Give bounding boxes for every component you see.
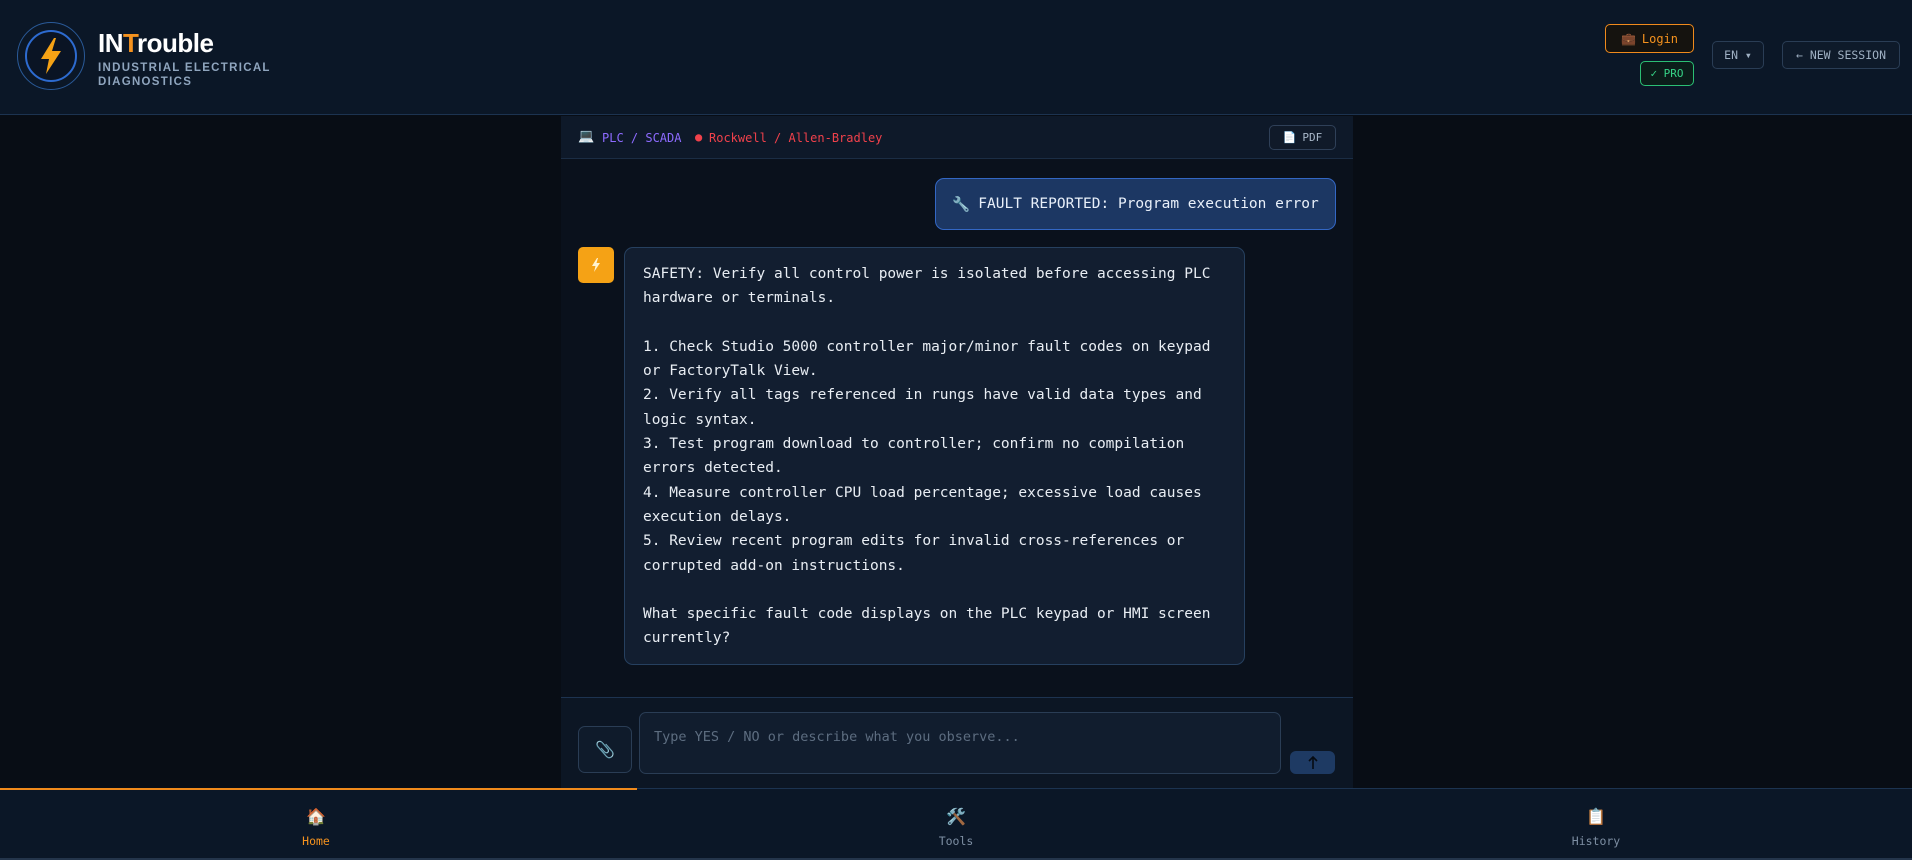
user-message: 🔧 FAULT REPORTED: Program execution erro… bbox=[935, 178, 1336, 230]
app-subtitle: INDUSTRIAL ELECTRICAL DIAGNOSTICS bbox=[98, 62, 271, 88]
house-icon: 🏠 bbox=[306, 807, 326, 826]
lightning-bolt-icon bbox=[41, 38, 61, 74]
nav-item-tools[interactable]: 🛠️ Tools bbox=[896, 807, 1016, 848]
message-composer: 📎 bbox=[561, 697, 1353, 788]
paperclip-icon: 📎 bbox=[595, 740, 615, 759]
briefcase-icon: 💼 bbox=[1620, 31, 1636, 46]
computer-icon: 💻 bbox=[578, 129, 595, 144]
message-input-box[interactable] bbox=[639, 712, 1281, 774]
diagnostic-step: 3. Test program download to controller; … bbox=[643, 436, 1185, 477]
login-button[interactable]: 💼 Login bbox=[1605, 24, 1694, 53]
chat-panel: 💻 PLC / SCADA ● Rockwell / Allen-Bradley… bbox=[561, 116, 1353, 788]
assistant-message: SAFETY: Verify all control power is isol… bbox=[624, 247, 1245, 665]
send-button[interactable] bbox=[1290, 751, 1335, 774]
new-session-button[interactable]: ← NEW SESSION bbox=[1782, 41, 1900, 69]
tools-icon: 🛠️ bbox=[946, 807, 966, 826]
follow-up-question: What specific fault code displays on the… bbox=[643, 606, 1211, 647]
diagnostic-step: 4. Measure controller CPU load percentag… bbox=[643, 484, 1202, 525]
logo bbox=[17, 22, 85, 90]
nav-item-history[interactable]: 📋 History bbox=[1536, 807, 1656, 848]
breadcrumb-brand[interactable]: Rockwell / Allen-Bradley bbox=[709, 131, 882, 145]
diagnostic-step: 1. Check Studio 5000 controller major/mi… bbox=[643, 338, 1211, 380]
clipboard-icon: 📋 bbox=[1586, 807, 1606, 826]
language-select[interactable]: EN ▾ bbox=[1712, 41, 1764, 69]
message-input[interactable] bbox=[654, 729, 1266, 745]
wrench-icon: 🔧 bbox=[952, 196, 971, 213]
bottom-navigation: 🏠 Home 🛠️ Tools 📋 History bbox=[0, 788, 1912, 860]
diagnostic-step: 5. Review recent program edits for inval… bbox=[643, 533, 1185, 574]
safety-note: SAFETY: Verify all control power is isol… bbox=[643, 266, 1211, 307]
app-header: INTrouble INDUSTRIAL ELECTRICAL DIAGNOST… bbox=[0, 0, 1912, 115]
arrow-up-icon bbox=[1307, 755, 1318, 769]
breadcrumb-category[interactable]: PLC / SCADA bbox=[602, 131, 681, 145]
document-icon: 📄 bbox=[1282, 131, 1297, 144]
export-pdf-button[interactable]: 📄 PDF bbox=[1269, 125, 1336, 150]
status-dot-icon: ● bbox=[695, 130, 703, 144]
diagnostic-step: 2. Verify all tags referenced in rungs h… bbox=[643, 387, 1202, 428]
nav-item-home[interactable]: 🏠 Home bbox=[256, 807, 376, 848]
assistant-avatar bbox=[578, 247, 614, 283]
active-tab-indicator bbox=[0, 788, 637, 790]
attach-button[interactable]: 📎 bbox=[578, 726, 632, 773]
app-title: INTrouble bbox=[98, 28, 214, 58]
lightning-bolt-icon bbox=[592, 258, 600, 272]
breadcrumb: 💻 PLC / SCADA ● Rockwell / Allen-Bradley… bbox=[561, 116, 1353, 159]
pro-badge[interactable]: ✓ PRO bbox=[1640, 61, 1694, 86]
